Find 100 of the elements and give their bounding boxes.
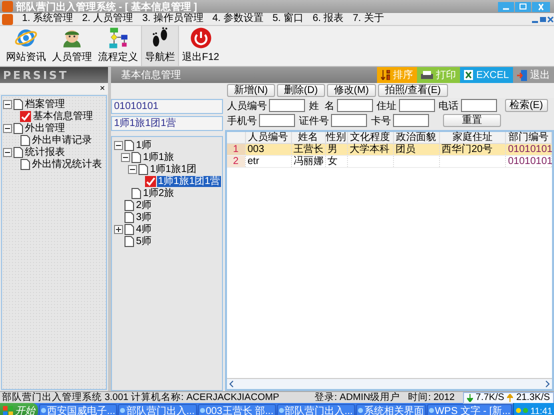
action-button[interactable]: 修改(M): [326, 84, 376, 97]
window-icon: [120, 408, 126, 413]
column-header[interactable]: 政治面貌: [393, 132, 439, 144]
field-label: 姓 名: [308, 100, 335, 112]
taskbar-item[interactable]: 003王营长 部...: [198, 404, 276, 415]
menu-item[interactable]: 5. 窗口: [272, 13, 304, 25]
menu-item[interactable]: 4. 参数设置: [212, 13, 264, 25]
menu-item[interactable]: 1. 系统管理: [22, 13, 74, 25]
clock: 11:41: [530, 406, 552, 415]
menu-item[interactable]: 2. 人员管理: [82, 13, 134, 25]
tree-item[interactable]: 5师: [135, 236, 153, 246]
action-button[interactable]: 拍照/查看(E): [378, 84, 448, 97]
toolbar-button[interactable]: 人员管理: [49, 26, 95, 66]
taskbar-item[interactable]: 部队营门出入...: [118, 404, 197, 415]
expand-icon[interactable]: [114, 224, 123, 234]
child-window-controls-icon[interactable]: [532, 16, 554, 22]
taskbar-item[interactable]: 部队营门出入...: [276, 404, 355, 415]
input-field[interactable]: [259, 114, 295, 127]
time-status: 时间: 2012: [408, 392, 455, 403]
close-button[interactable]: [532, 2, 550, 12]
printer-icon: [421, 70, 434, 80]
tree-item[interactable]: 外出情况统计表: [31, 158, 103, 170]
window-icon: [200, 408, 205, 413]
department-name-field[interactable]: 1师1旅1团1营: [111, 116, 223, 131]
field-label: 住址: [376, 100, 397, 112]
field-label: 证件号: [298, 114, 329, 128]
exit-door-icon: [517, 70, 527, 80]
collapse-icon[interactable]: [114, 140, 123, 150]
taskbar-item[interactable]: 西安国威电子...: [39, 404, 118, 415]
table-row[interactable]: 1 003 王营长 男 大学本科 团员 西华门20号 01010101: [227, 144, 552, 156]
collapse-icon[interactable]: [3, 148, 12, 156]
input-field[interactable]: [398, 99, 435, 112]
collapse-icon[interactable]: [121, 152, 130, 162]
collapse-icon[interactable]: [128, 164, 137, 174]
input-field[interactable]: [393, 114, 429, 127]
column-header[interactable]: 部门编号: [506, 132, 552, 144]
tree-item[interactable]: 1师1旅: [142, 152, 176, 162]
toolbar-button[interactable]: 流程定义: [95, 26, 141, 66]
tree-item[interactable]: 4师: [135, 224, 153, 234]
input-field[interactable]: [460, 99, 497, 112]
horizontal-scrollbar[interactable]: [227, 378, 552, 389]
status-text: 部队营门出入管理系统 3.001 计算机名称: ACERJACKJIACOMP: [2, 392, 280, 403]
input-field[interactable]: [331, 114, 367, 127]
document-icon: [13, 98, 23, 110]
login-status: 登录: ADMIN级用户: [314, 392, 400, 403]
table-cell: 01010101: [506, 156, 552, 168]
table-cell: 003: [245, 144, 291, 156]
tree-item[interactable]: 1师: [135, 140, 153, 150]
tree-item[interactable]: 1师2旅: [142, 188, 176, 198]
document-icon: [20, 134, 30, 146]
input-field[interactable]: [269, 99, 305, 112]
tree-item[interactable]: 外出申请记录: [31, 134, 93, 146]
tree-item[interactable]: 1师1旅1团: [149, 164, 198, 174]
document-icon: [131, 152, 141, 162]
document-icon: [20, 158, 30, 170]
input-field[interactable]: [336, 99, 373, 112]
document-icon: [124, 224, 134, 234]
app-icon: [2, 1, 13, 12]
tree-item[interactable]: 2师: [135, 200, 153, 210]
table-cell: 团员: [393, 144, 439, 156]
collapse-icon[interactable]: [3, 124, 12, 132]
window-icon: [278, 408, 284, 413]
column-header[interactable]: 文化程度: [347, 132, 393, 144]
tree-item[interactable]: 外出管理: [24, 122, 66, 134]
table-row[interactable]: 2 etr 冯丽娜 女 01010101: [227, 156, 552, 168]
table-cell: [347, 156, 393, 168]
tree-item[interactable]: 3师: [135, 212, 153, 222]
menu-item[interactable]: 6. 报表: [312, 13, 344, 25]
tree-item[interactable]: 基本信息管理: [32, 110, 94, 122]
reset-button[interactable]: 重置: [443, 114, 501, 127]
document-icon: [124, 236, 134, 246]
table-cell: 01010101: [506, 144, 552, 156]
close-button[interactable]: ×: [100, 83, 108, 94]
minimize-button[interactable]: [498, 2, 514, 12]
document-icon: [13, 146, 23, 158]
field-label: 卡号: [370, 114, 391, 128]
document-icon: [124, 200, 134, 210]
tree-item[interactable]: 1师1旅1团1营: [157, 176, 222, 186]
tree-item[interactable]: 档案管理: [24, 98, 66, 110]
maximize-button[interactable]: [515, 2, 531, 12]
department-code-field[interactable]: 01010101: [111, 99, 223, 114]
column-header[interactable]: 姓名: [291, 132, 325, 144]
column-header[interactable]: 人员编号: [245, 132, 291, 144]
tree-item[interactable]: 统计报表: [24, 146, 66, 158]
action-button[interactable]: 新增(N): [227, 84, 275, 97]
action-button[interactable]: 删除(D): [276, 84, 325, 97]
toolbar-button[interactable]: 退出F12: [179, 26, 222, 66]
document-icon: [13, 122, 23, 134]
menu-item[interactable]: 3. 操作员管理: [142, 13, 204, 25]
search-button[interactable]: 检索(E): [504, 99, 548, 112]
table-cell: [393, 156, 439, 168]
taskbar-item[interactable]: 系统相关界面: [356, 404, 426, 415]
field-label: 人员编号: [226, 100, 267, 112]
collapse-icon[interactable]: [3, 100, 12, 108]
table-cell: 女: [325, 156, 347, 168]
toolbar-button[interactable]: 网站资讯: [3, 26, 49, 66]
column-header[interactable]: 家庭住址: [439, 132, 506, 144]
column-header[interactable]: 性别: [325, 132, 347, 144]
toolbar-button[interactable]: 导航栏: [141, 26, 179, 66]
menu-item[interactable]: 7. 关于: [352, 13, 384, 25]
